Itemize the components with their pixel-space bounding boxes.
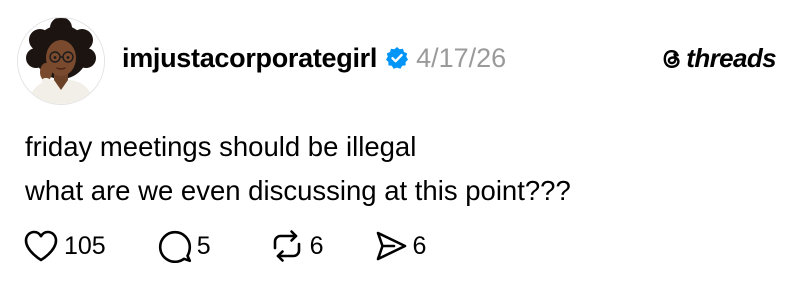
- threads-wordmark: threads: [686, 43, 776, 73]
- post-timestamp[interactable]: 4/17/26: [416, 43, 506, 74]
- threads-brand: threads: [660, 43, 777, 74]
- threads-post: imjustacorporategirl 4/17/26 threads fri…: [0, 0, 800, 291]
- post-header: imjustacorporategirl 4/17/26: [122, 38, 506, 78]
- post-text-line: friday meetings should be illegal: [25, 131, 417, 162]
- send-icon: [374, 229, 408, 263]
- post-body: friday meetings should be illegal what a…: [25, 125, 571, 213]
- repost-count: 6: [309, 231, 324, 260]
- share-count: 6: [412, 231, 427, 260]
- avatar[interactable]: [17, 17, 105, 105]
- share-button[interactable]: 6: [374, 229, 427, 263]
- username[interactable]: imjustacorporategirl: [122, 43, 377, 74]
- verified-badge-icon: [385, 46, 409, 70]
- action-bar: 105 5 6 6: [23, 226, 426, 266]
- repost-icon: [269, 229, 305, 263]
- threads-logo-icon: [660, 47, 684, 71]
- avatar-illustration: [18, 18, 104, 104]
- heart-icon: [23, 229, 59, 263]
- repost-button[interactable]: 6: [269, 229, 324, 263]
- reply-count: 5: [196, 231, 211, 260]
- post-text-line: what are we even discussing at this poin…: [25, 175, 571, 206]
- like-button[interactable]: 105: [23, 229, 106, 263]
- comment-icon: [158, 229, 192, 263]
- reply-button[interactable]: 5: [158, 229, 211, 263]
- like-count: 105: [64, 231, 106, 260]
